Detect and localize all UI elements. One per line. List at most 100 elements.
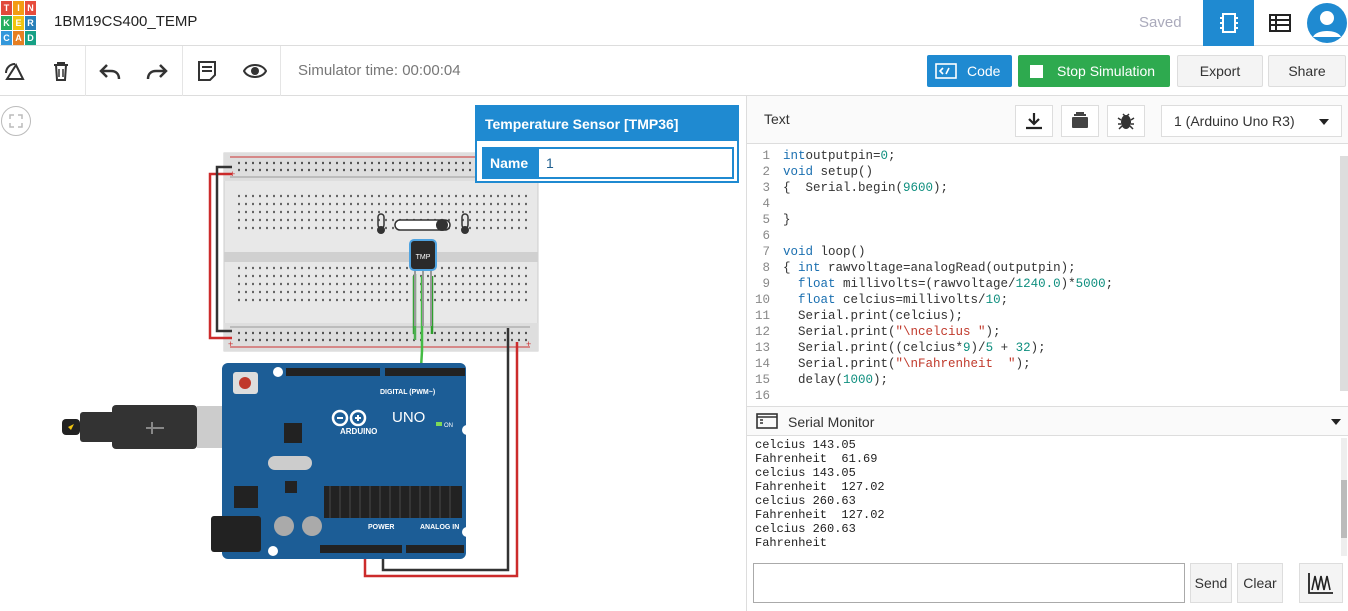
serial-monitor-header[interactable]: Serial Monitor bbox=[747, 406, 1348, 436]
toolbar-separator bbox=[85, 46, 86, 96]
code-panel: Text 1 (Arduino Uno R3) 1 intoutputpin=0;… bbox=[746, 96, 1348, 611]
circuit-view-button[interactable] bbox=[1203, 0, 1254, 46]
circuit-icon bbox=[1219, 13, 1238, 33]
code-text: Serial.print(celcius); bbox=[783, 309, 964, 323]
code-text: delay(1000); bbox=[783, 373, 889, 387]
code-line[interactable]: 2 void setup() bbox=[747, 164, 1348, 180]
code-text: void loop() bbox=[783, 245, 866, 259]
serial-scrollbar[interactable] bbox=[1341, 438, 1347, 556]
code-button-label: Code bbox=[967, 63, 1001, 79]
graph-toggle-button[interactable] bbox=[1299, 563, 1343, 603]
name-property-row: Name 1 bbox=[482, 147, 734, 179]
line-number: 11 bbox=[754, 309, 770, 323]
redo-icon[interactable] bbox=[144, 58, 170, 84]
code-line[interactable]: 3 { Serial.begin(9600); bbox=[747, 180, 1348, 196]
code-line[interactable]: 11 Serial.print(celcius); bbox=[747, 308, 1348, 324]
chevron-down-icon bbox=[1319, 119, 1329, 125]
share-button[interactable]: Share bbox=[1268, 55, 1346, 87]
send-button[interactable]: Send bbox=[1190, 563, 1232, 603]
digital-header-label: DIGITAL (PWM~) bbox=[380, 389, 435, 396]
code-text: Serial.print("\nFahrenheit "); bbox=[783, 357, 1031, 371]
board-model-label: UNO bbox=[392, 409, 425, 426]
code-editor[interactable]: 1 intoutputpin=0; 2 void setup() 3 { Serial.b… bbox=[747, 148, 1348, 404]
simulator-time: Simulator time: 00:00:04 bbox=[298, 62, 461, 79]
code-mode-label[interactable]: Text bbox=[764, 111, 790, 127]
download-icon[interactable] bbox=[1015, 105, 1053, 137]
debugger-icon[interactable] bbox=[1107, 105, 1145, 137]
waveform-icon bbox=[1308, 573, 1333, 594]
toolbar-separator bbox=[280, 46, 281, 96]
undo-icon[interactable] bbox=[97, 58, 123, 84]
stop-icon bbox=[1030, 64, 1043, 78]
code-line[interactable]: 15 delay(1000); bbox=[747, 372, 1348, 388]
line-number: 3 bbox=[762, 181, 770, 195]
line-number: 7 bbox=[762, 245, 770, 259]
analog-header-label: ANALOG IN bbox=[420, 524, 459, 531]
line-number: 1 bbox=[762, 149, 770, 163]
tinkercad-logo[interactable]: T I N K E R C A D bbox=[0, 0, 36, 45]
stop-simulation-label: Stop Simulation bbox=[1057, 63, 1156, 79]
export-button[interactable]: Export bbox=[1177, 55, 1263, 87]
board-brand-label: ARDUINO bbox=[340, 427, 377, 436]
device-select-value: 1 (Arduino Uno R3) bbox=[1174, 113, 1295, 129]
line-number: 8 bbox=[762, 261, 770, 275]
line-number: 14 bbox=[754, 357, 770, 371]
code-line[interactable]: 7 void loop() bbox=[747, 244, 1348, 260]
chevron-down-icon[interactable] bbox=[1331, 419, 1341, 425]
code-text: { int rawvoltage=analogRead(outputpin); bbox=[783, 261, 1076, 275]
toolbar-separator bbox=[182, 46, 183, 96]
device-select[interactable]: 1 (Arduino Uno R3) bbox=[1161, 105, 1342, 137]
code-line[interactable]: 10 float celcius=millivolts/10; bbox=[747, 292, 1348, 308]
name-label: Name bbox=[484, 149, 539, 177]
component-list-button[interactable] bbox=[1254, 0, 1305, 46]
code-text: float celcius=millivolts/10; bbox=[798, 293, 1009, 307]
name-input[interactable]: 1 bbox=[539, 149, 732, 177]
code-scrollbar[interactable] bbox=[1340, 156, 1348, 391]
code-line[interactable]: 4 bbox=[747, 196, 1348, 212]
library-icon[interactable] bbox=[1061, 105, 1099, 137]
visibility-icon[interactable] bbox=[242, 58, 268, 84]
code-line[interactable]: 1 intoutputpin=0; bbox=[747, 148, 1348, 164]
code-line[interactable]: 13 Serial.print((celcius*9)/5 + 32); bbox=[747, 340, 1348, 356]
inspector-title: Temperature Sensor [TMP36] bbox=[477, 107, 737, 141]
line-number: 4 bbox=[762, 197, 770, 211]
code-line[interactable]: 6 bbox=[747, 228, 1348, 244]
delete-icon[interactable] bbox=[48, 58, 74, 84]
code-line[interactable]: 8 { int rawvoltage=analogRead(outputpin); bbox=[747, 260, 1348, 276]
code-line[interactable]: 9 float millivolts=(rawvoltage/1240.0)*5… bbox=[747, 276, 1348, 292]
code-text: Serial.print("\ncelcius "); bbox=[783, 325, 1001, 339]
serial-input[interactable] bbox=[753, 563, 1185, 603]
line-number: 2 bbox=[762, 165, 770, 179]
project-title[interactable]: 1BM19CS400_TEMP bbox=[54, 13, 197, 30]
line-number: 6 bbox=[762, 229, 770, 243]
clear-button[interactable]: Clear bbox=[1237, 563, 1283, 603]
line-number: 13 bbox=[754, 341, 770, 355]
code-line[interactable]: 16 bbox=[747, 388, 1348, 404]
code-text: { Serial.begin(9600); bbox=[783, 181, 949, 195]
code-line[interactable]: 12 Serial.print("\ncelcius "); bbox=[747, 324, 1348, 340]
editor-toolbar: Simulator time: 00:00:04 Code Stop Simul… bbox=[0, 46, 1348, 96]
serial-scroll-thumb[interactable] bbox=[1341, 480, 1347, 538]
arduino-uno-board[interactable]: DIGITAL (PWM~) ARDUINO UNO ON POWER ANAL… bbox=[211, 363, 472, 559]
svg-text:+: + bbox=[526, 339, 531, 349]
avatar-icon bbox=[1306, 3, 1347, 43]
code-line[interactable]: 5} bbox=[747, 212, 1348, 228]
rotate-icon[interactable] bbox=[2, 58, 28, 84]
save-status: Saved bbox=[1139, 14, 1182, 31]
code-icon bbox=[935, 63, 957, 79]
line-number: 9 bbox=[762, 277, 770, 291]
top-bar: T I N K E R C A D 1BM19CS400_TEMP Saved bbox=[0, 0, 1348, 46]
code-panel-header: Text 1 (Arduino Uno R3) bbox=[747, 96, 1348, 144]
list-icon bbox=[1268, 14, 1291, 32]
code-button[interactable]: Code bbox=[927, 55, 1012, 87]
sensor-label: TMP bbox=[416, 254, 431, 261]
code-text: intoutputpin=0; bbox=[783, 149, 896, 163]
line-number: 10 bbox=[754, 293, 770, 307]
user-avatar[interactable] bbox=[1305, 0, 1348, 46]
on-label: ON bbox=[444, 423, 453, 429]
code-line[interactable]: 14 Serial.print("\nFahrenheit "); bbox=[747, 356, 1348, 372]
notes-icon[interactable] bbox=[194, 58, 220, 84]
stop-simulation-button[interactable]: Stop Simulation bbox=[1018, 55, 1170, 87]
serial-output: celcius 143.05 Fahrenheit 61.69 celcius … bbox=[755, 438, 885, 550]
serial-monitor-title: Serial Monitor bbox=[788, 414, 875, 430]
